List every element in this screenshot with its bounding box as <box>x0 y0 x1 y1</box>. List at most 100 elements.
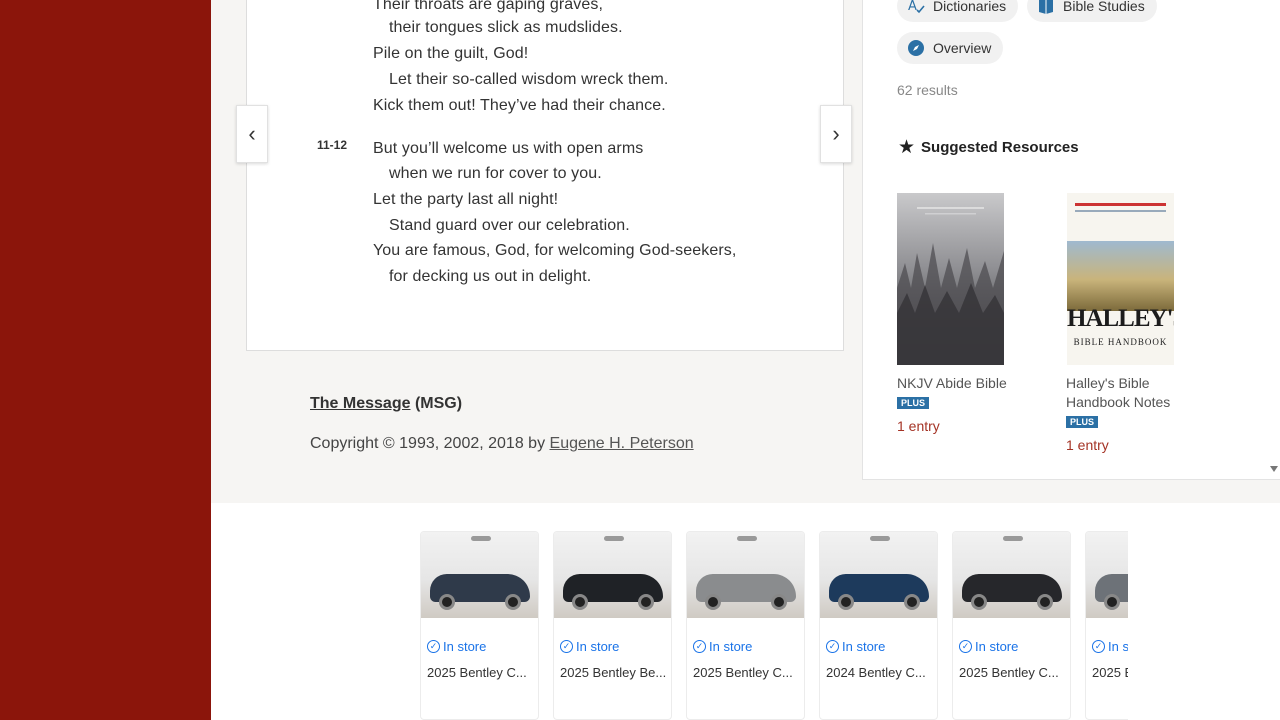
in-store-label: In store <box>443 639 487 654</box>
book-title[interactable]: Halley's Bible Handbook Notes <box>1066 374 1206 412</box>
verse-line: You are famous, God, for welcoming God-s… <box>373 242 737 259</box>
car-card[interactable]: ✓In store 2025 Bentley C... <box>1085 531 1128 720</box>
verse-line: when we run for cover to you. <box>389 165 602 182</box>
chip-label: Dictionaries <box>933 0 1007 14</box>
car-name: 2025 Bentley C... <box>959 665 1059 680</box>
brand-logo-icon <box>870 536 890 541</box>
wheel <box>638 594 654 610</box>
car-name: 2025 Bentley C... <box>1092 665 1128 680</box>
chevron-right-icon: › <box>832 121 840 146</box>
cover-title: HALLEY'S <box>1067 305 1174 332</box>
plus-badge: PLUS <box>1066 416 1099 428</box>
chip-label: Overview <box>933 40 992 56</box>
car-name: 2024 Bentley C... <box>826 665 926 680</box>
chevron-left-icon: ‹ <box>248 121 256 146</box>
car-card[interactable]: ✓In store 2025 Bentley C... <box>686 531 805 720</box>
next-chapter-button[interactable]: › <box>820 105 852 163</box>
car-name: 2025 Bentley C... <box>693 665 793 680</box>
verse-line: Stand guard over our celebration. <box>389 217 630 234</box>
in-store-label: In store <box>975 639 1019 654</box>
plus-badge: PLUS <box>897 397 930 409</box>
verse-line: Kick them out! They’ve had their chance. <box>373 97 666 114</box>
cover-banner <box>1075 210 1166 212</box>
check-circle-icon: ✓ <box>693 640 706 653</box>
in-store-badge: ✓In store <box>693 639 752 654</box>
book-cover-halleys-handbook[interactable]: HALLEY'S BIBLE HANDBOOK <box>1067 193 1174 365</box>
brand-logo-icon <box>1003 536 1023 541</box>
wheel <box>505 594 521 610</box>
car-photo <box>953 532 1070 618</box>
wheel <box>439 594 455 610</box>
scroll-down-arrow-icon[interactable] <box>1270 466 1278 472</box>
wheel <box>1037 594 1053 610</box>
check-circle-icon: ✓ <box>427 640 440 653</box>
check-circle-icon: ✓ <box>560 640 573 653</box>
chip-bible-studies[interactable]: Bible Studies <box>1027 0 1157 22</box>
verse-line: But you’ll welcome us with open arms <box>373 140 644 157</box>
in-store-badge: ✓In store <box>560 639 619 654</box>
suggested-resources-heading: ★ Suggested Resources <box>898 136 1079 159</box>
in-store-label: In store <box>1108 639 1128 654</box>
book-cover-nkjv-abide[interactable] <box>897 193 1004 365</box>
car-photo <box>554 532 671 618</box>
verse-line: Let their so-called wisdom wreck them. <box>389 71 669 88</box>
wheel <box>838 594 854 610</box>
star-icon: ★ <box>898 137 916 158</box>
check-circle-icon: ✓ <box>959 640 972 653</box>
in-store-label: In store <box>842 639 886 654</box>
chip-dictionaries[interactable]: A Dictionaries <box>897 0 1019 22</box>
version-source: The Message (MSG) <box>310 395 462 413</box>
book-title[interactable]: NKJV Abide Bible <box>897 374 1037 393</box>
car-card[interactable]: ✓In store 2025 Bentley C... <box>952 531 1071 720</box>
car-photo <box>820 532 937 618</box>
dictionary-icon: A <box>907 0 925 15</box>
car-card[interactable]: ✓ In store 2024 Bentley C... <box>819 531 938 720</box>
verse-number: 11-12 <box>317 138 348 152</box>
car-card[interactable]: ✓In store 2025 Bentley C... <box>420 531 539 720</box>
entry-count-link[interactable]: 1 entry <box>897 418 940 434</box>
car-card[interactable]: ✓ In store 2025 Bentley Be... <box>553 531 672 720</box>
entry-count-link[interactable]: 1 entry <box>1066 437 1109 453</box>
cover-banner <box>1075 203 1166 206</box>
previous-chapter-button[interactable]: ‹ <box>236 105 268 163</box>
brand-logo-icon <box>604 536 624 541</box>
cover-landscape <box>1067 241 1174 311</box>
in-store-label: In store <box>709 639 753 654</box>
check-circle-icon: ✓ <box>1092 640 1105 653</box>
forest-illustration <box>897 207 1004 365</box>
results-count: 62 results <box>897 82 958 98</box>
bible-studies-icon <box>1037 0 1055 15</box>
car-photo <box>1086 532 1128 618</box>
wheel <box>971 594 987 610</box>
compass-icon <box>907 39 925 57</box>
in-store-badge: ✓In store <box>826 639 885 654</box>
car-name: 2025 Bentley C... <box>427 665 527 680</box>
verse-line: their tongues slick as mudslides. <box>389 19 623 36</box>
version-abbreviation: (MSG) <box>414 395 463 412</box>
chip-overview[interactable]: Overview <box>897 32 1004 64</box>
cover-subtitle: BIBLE HANDBOOK <box>1073 337 1168 347</box>
copyright-text: Copyright © 1993, 2002, 2018 by <box>310 435 550 452</box>
car-listing-carousel: ✓ In store 2025 Bentley C... ✓ In store 20… <box>420 531 1128 720</box>
check-circle-icon: ✓ <box>826 640 839 653</box>
wheel <box>771 594 787 610</box>
version-link[interactable]: The Message <box>310 395 410 412</box>
chip-label: Bible Studies <box>1063 0 1145 14</box>
in-store-badge: ✓In store <box>427 639 486 654</box>
verse-line: Pile on the guilt, God! <box>373 45 529 62</box>
car-photo <box>421 532 538 618</box>
car-name: 2025 Bentley Be... <box>560 665 667 680</box>
wheel <box>904 594 920 610</box>
verse-line: Let the party last all night! <box>373 191 559 208</box>
in-store-badge: ✓In store <box>1092 639 1128 654</box>
wheel <box>705 594 721 610</box>
brand-logo-icon <box>737 536 757 541</box>
author-link[interactable]: Eugene H. Peterson <box>550 435 694 452</box>
svg-text:A: A <box>908 0 917 14</box>
copyright-notice: Copyright © 1993, 2002, 2018 by Eugene H… <box>310 435 694 453</box>
left-red-strip <box>0 0 211 720</box>
wheel <box>572 594 588 610</box>
car-photo <box>687 532 804 618</box>
wheel <box>1104 594 1120 610</box>
brand-logo-icon <box>471 536 491 541</box>
